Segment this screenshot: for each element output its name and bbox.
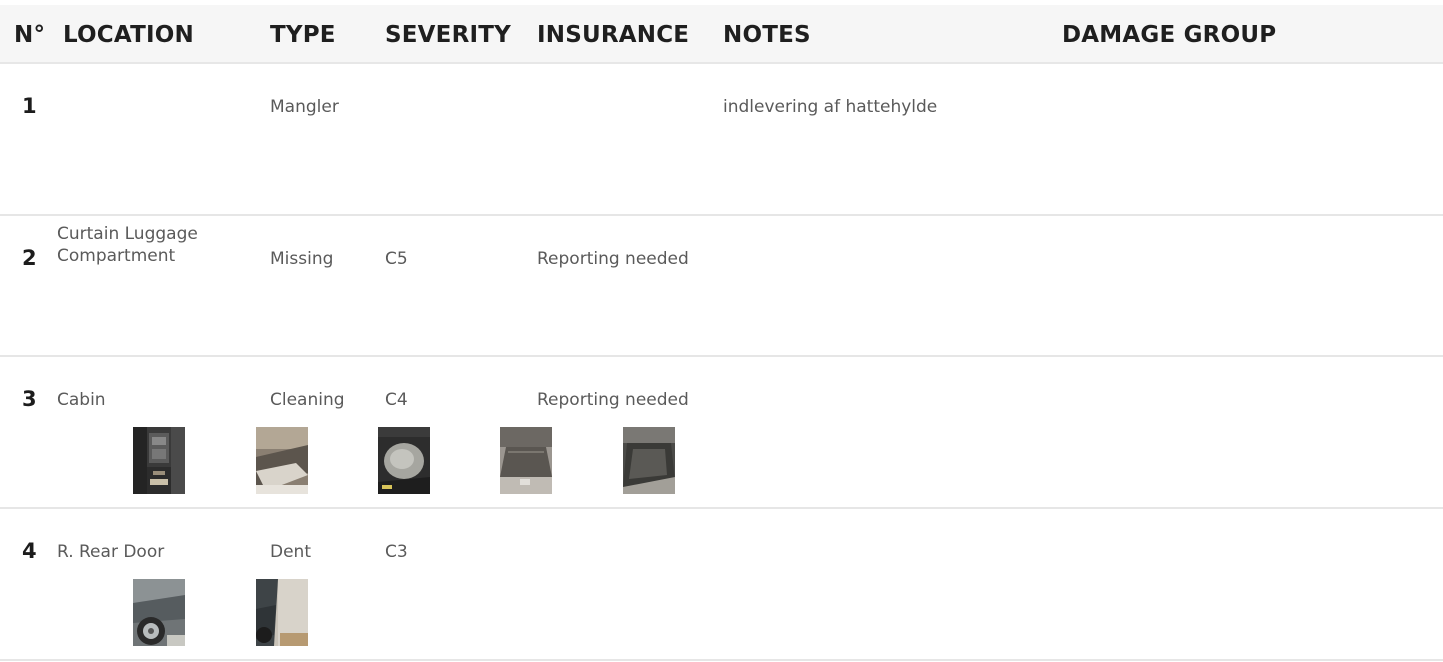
door-panel-photo-icon [256,579,308,646]
photo-door-sill[interactable] [256,427,308,494]
photo-door-panel[interactable] [256,579,308,646]
header-location[interactable]: LOCATION [63,22,194,48]
rear-wheel-photo-icon [133,579,185,646]
header-severity[interactable]: SEVERITY [385,22,511,48]
row-number: 3 [22,387,37,411]
row-number: 1 [22,94,37,118]
row-severity: C4 [385,390,408,410]
center-console-photo-icon [133,427,185,494]
floor-mat-photo-icon [623,427,675,494]
table-row[interactable]: 3 Cabin Cleaning C4 Reporting needed [0,357,1443,509]
trunk-photo-icon [500,427,552,494]
row-severity: C5 [385,249,408,269]
photo-rear-wheel[interactable] [133,579,185,646]
row-location: Cabin [57,390,106,410]
header-type[interactable]: TYPE [270,22,336,48]
row-type: Dent [270,542,311,562]
photo-footwell[interactable] [378,427,430,494]
row-number: 2 [22,246,37,270]
photo-center-console[interactable] [133,427,185,494]
photo-floor-mat[interactable] [623,427,675,494]
row-severity: C3 [385,542,408,562]
table-row[interactable]: 1 Mangler indlevering af hattehylde [0,64,1443,216]
header-number: N° [14,22,46,48]
row-insurance: Reporting needed [537,390,689,410]
row-location: Curtain Luggage Compartment [57,224,198,266]
header-damage-group[interactable]: DAMAGE GROUP [1062,22,1276,48]
row-insurance: Reporting needed [537,249,689,269]
row-location: R. Rear Door [57,542,165,562]
row-type: Mangler [270,97,339,117]
row-notes: indlevering af hattehylde [723,97,938,117]
photo-trunk[interactable] [500,427,552,494]
row-number: 4 [22,539,37,563]
table-row[interactable]: 2 Curtain Luggage Compartment Missing C5… [0,216,1443,357]
table-row[interactable]: 4 R. Rear Door Dent C3 [0,509,1443,661]
header-notes[interactable]: NOTES [723,22,811,48]
row-type: Cleaning [270,390,345,410]
header-insurance[interactable]: INSURANCE [537,22,689,48]
table-header: N° LOCATION TYPE SEVERITY INSURANCE NOTE… [0,5,1443,64]
door-sill-photo-icon [256,427,308,494]
damage-table: N° LOCATION TYPE SEVERITY INSURANCE NOTE… [0,0,1443,662]
row-type: Missing [270,249,334,269]
footwell-photo-icon [378,427,430,494]
